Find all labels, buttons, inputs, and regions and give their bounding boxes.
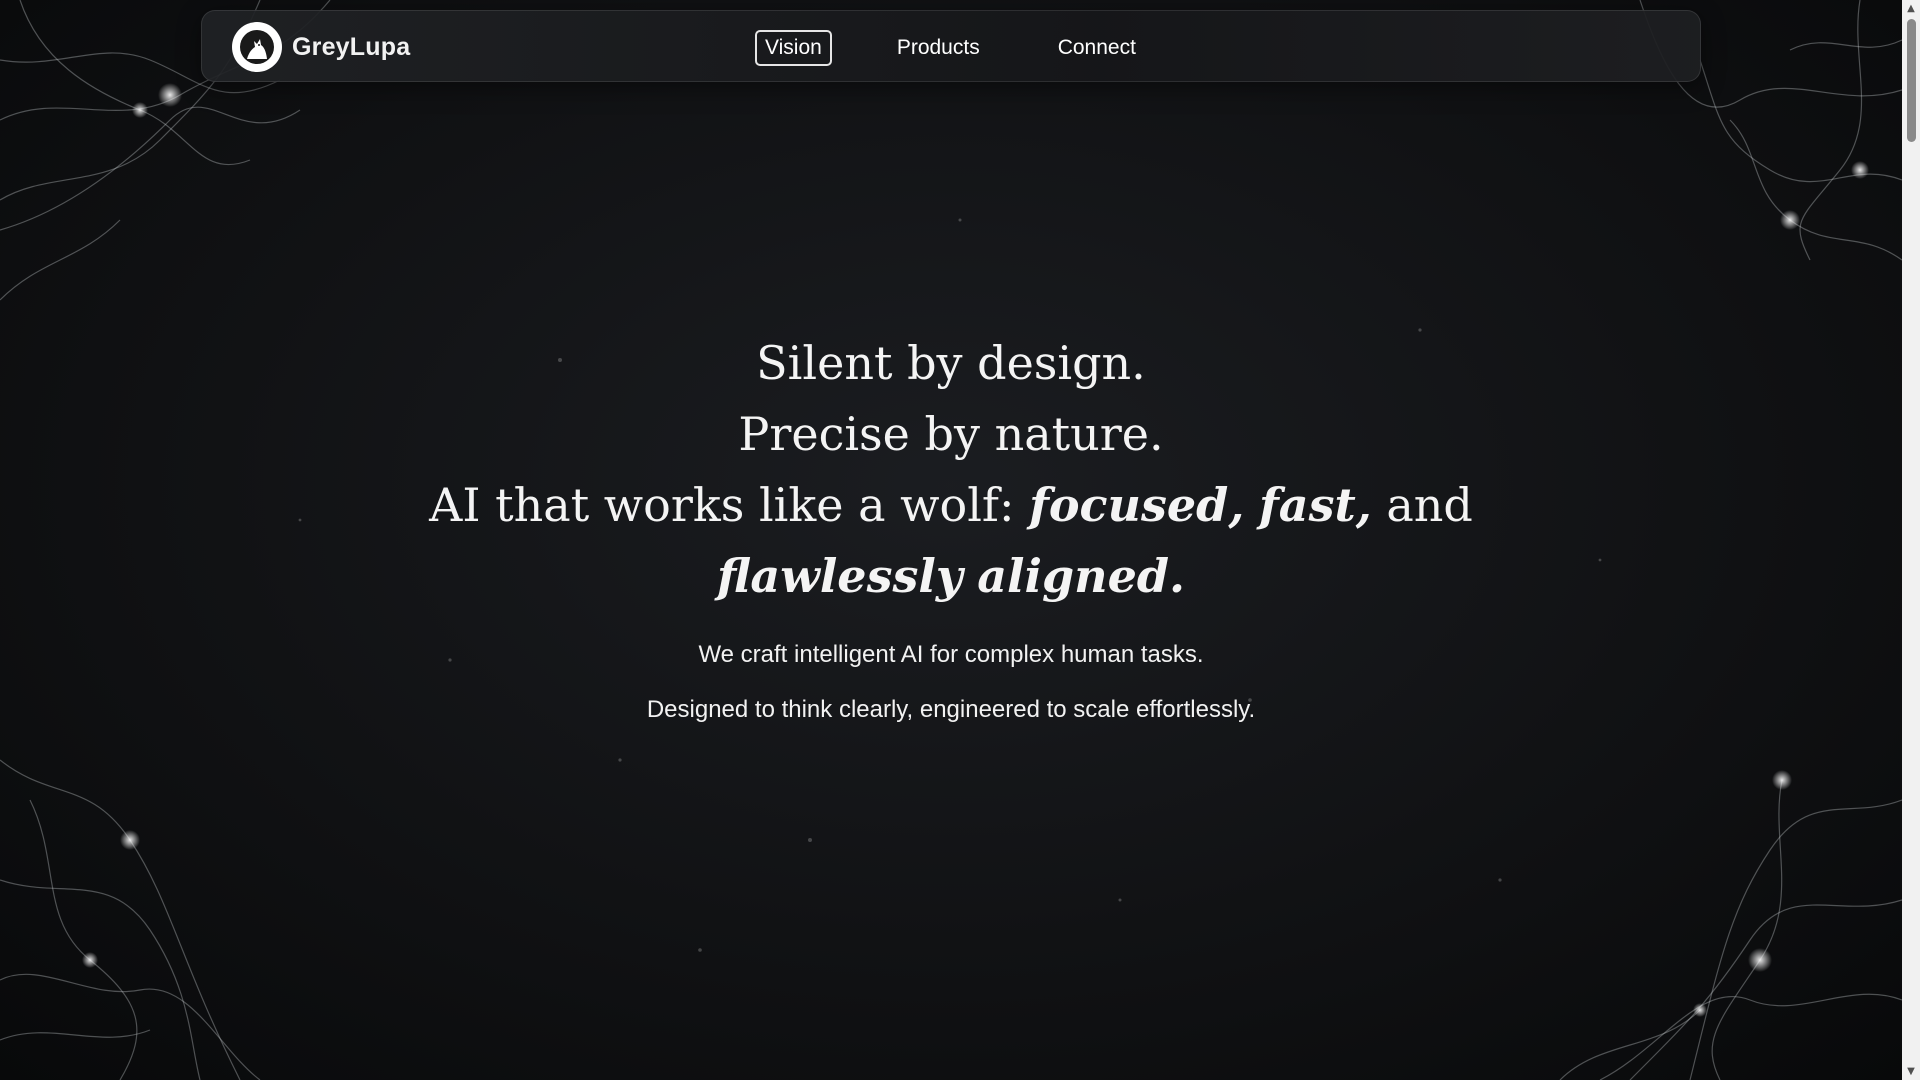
triangle-up-icon[interactable]: ▲ [1902,0,1920,17]
vertical-scrollbar[interactable]: ▲ ▼ [1902,0,1920,1080]
nav-link-products[interactable]: Products [887,30,990,66]
emphasis-focused: focused, [1029,478,1245,532]
emphasis-aligned: aligned. [977,549,1186,603]
scrollbar-thumb[interactable] [1907,19,1916,142]
nav-link-connect[interactable]: Connect [1048,30,1146,66]
brand[interactable]: GreyLupa [232,21,410,73]
hero-headline: Silent by design. Precise by nature. AI … [0,328,1902,612]
page: GreyLupa Vision Products Connect Silent … [0,0,1902,1080]
headline-line-2: Precise by nature. [738,407,1164,461]
top-navbar: GreyLupa Vision Products Connect [201,10,1701,82]
emphasis-flawlessly: flawlessly [716,549,963,603]
hero-subtitle-1: We craft intelligent AI for complex huma… [698,641,1204,668]
headline-line-3: AI that works like a wolf: focused, fast… [401,470,1501,612]
headline-line-3-prefix: AI that works like a wolf: [429,478,1015,532]
nav-links: Vision Products Connect [755,30,1146,66]
hero-subtitle-2: Designed to think clearly, engineered to… [646,696,1256,723]
brand-name: GreyLupa [292,32,411,61]
word-and: and [1386,478,1473,532]
nav-link-vision[interactable]: Vision [755,30,832,66]
hero-section: Silent by design. Precise by nature. AI … [0,328,1902,725]
emphasis-fast: fast, [1258,478,1372,532]
wolf-howling-icon [232,22,282,72]
triangle-down-icon[interactable]: ▼ [1902,1063,1920,1080]
headline-line-1: Silent by design. [756,336,1146,390]
